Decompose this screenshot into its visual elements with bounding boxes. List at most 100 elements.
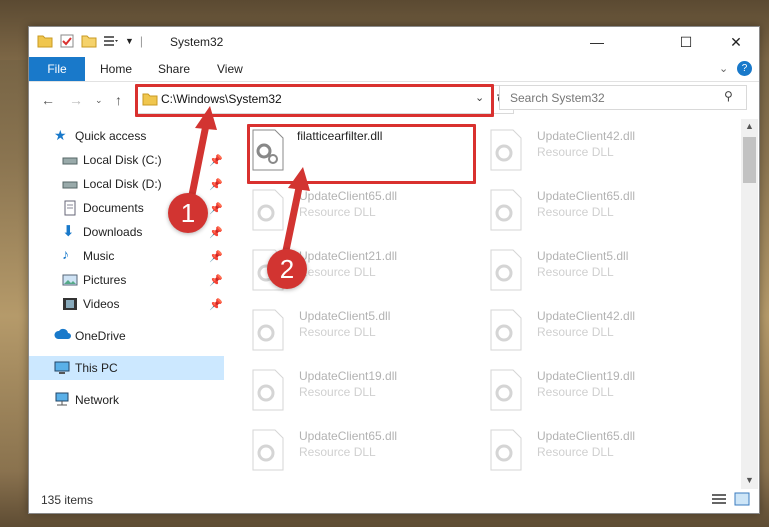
pin-icon[interactable]: 📌 — [209, 226, 223, 239]
file-name: UpdateClient19.dll — [537, 369, 636, 383]
file-list-pane: filatticearfilter.dll UpdateClient42.dll… — [227, 119, 737, 479]
sidebar-item-label: Quick access — [75, 129, 147, 143]
drive-icon — [62, 152, 78, 168]
file-item[interactable]: UpdateClient65.dll Resource DLL — [489, 185, 719, 239]
step-marker-1: 1 — [168, 193, 208, 233]
recent-locations-icon[interactable]: ⌄ — [95, 95, 103, 106]
sidebar-item-network[interactable]: Network — [29, 388, 224, 412]
star-icon: ★ — [54, 127, 67, 143]
file-type: Resource DLL — [299, 205, 376, 219]
pin-icon[interactable]: 📌 — [209, 178, 223, 191]
forward-arrow-icon[interactable]: → — [69, 92, 83, 108]
videos-icon — [62, 296, 78, 312]
dll-file-icon — [489, 189, 523, 231]
pin-icon[interactable]: 📌 — [209, 202, 223, 215]
file-item[interactable]: UpdateClient65.dll Resource DLL — [489, 425, 719, 479]
file-item[interactable]: UpdateClient42.dll Resource DLL — [489, 305, 719, 359]
customize-toolbar-icon[interactable] — [103, 33, 119, 49]
file-type: Resource DLL — [537, 325, 614, 339]
sidebar-item-local-disk-c[interactable]: Local Disk (C:) 📌 — [29, 148, 224, 172]
file-item[interactable]: UpdateClient19.dll Resource DLL — [251, 365, 481, 419]
document-icon — [62, 200, 78, 216]
file-name: UpdateClient5.dll — [537, 249, 629, 263]
minimize-icon[interactable]: — — [574, 27, 620, 57]
sidebar-item-pictures[interactable]: Pictures 📌 — [29, 268, 224, 292]
help-icon[interactable]: ? — [737, 61, 752, 76]
title-bar: ▼ | System32 — ☐ ✕ — [29, 27, 759, 57]
expand-ribbon-icon[interactable]: ⌄ — [719, 62, 728, 75]
file-item-selected[interactable]: filatticearfilter.dll — [251, 125, 481, 179]
file-type: Resource DLL — [299, 445, 376, 459]
dll-file-icon — [489, 369, 523, 411]
sidebar-item-onedrive[interactable]: OneDrive — [29, 324, 224, 348]
file-name: UpdateClient65.dll — [537, 189, 636, 203]
pin-icon[interactable]: 📌 — [209, 274, 223, 287]
sidebar-item-local-disk-d[interactable]: Local Disk (D:) 📌 — [29, 172, 224, 196]
status-bar: 135 items — [29, 489, 759, 511]
dll-file-icon — [251, 189, 285, 231]
dll-file-icon — [251, 129, 285, 171]
back-arrow-icon[interactable]: ← — [41, 92, 55, 108]
cloud-icon — [54, 327, 71, 343]
large-icons-view-icon[interactable] — [734, 491, 750, 510]
close-icon[interactable]: ✕ — [713, 27, 759, 57]
sidebar-item-label: Music — [83, 249, 115, 263]
sidebar-item-label: Network — [75, 393, 120, 407]
dll-file-icon — [251, 369, 285, 411]
file-type: Resource DLL — [299, 385, 376, 399]
file-item[interactable]: UpdateClient5.dll Resource DLL — [251, 305, 481, 359]
ribbon-tabs: File Home Share View ⌄ ? — [29, 57, 759, 82]
maximize-icon[interactable]: ☐ — [663, 27, 709, 57]
toolbar-dropdown-icon[interactable]: ▼ — [125, 36, 134, 46]
tab-file[interactable]: File — [29, 57, 85, 81]
vertical-scrollbar[interactable]: ▲ ▼ — [741, 119, 758, 489]
sidebar-item-this-pc[interactable]: This PC — [29, 356, 224, 380]
sidebar-item-label: Local Disk (D:) — [83, 177, 162, 191]
explorer-window: ▼ | System32 — ☐ ✕ File Home Share View … — [28, 26, 760, 514]
file-name: UpdateClient19.dll — [299, 369, 398, 383]
pin-icon[interactable]: 📌 — [209, 298, 223, 311]
dll-file-icon — [251, 429, 285, 471]
search-placeholder: Search System32 — [510, 91, 605, 105]
file-item[interactable]: UpdateClient5.dll Resource DLL — [489, 245, 719, 299]
file-item[interactable]: UpdateClient42.dll Resource DLL — [489, 125, 719, 179]
file-name: UpdateClient42.dll — [537, 129, 636, 143]
file-item[interactable]: UpdateClient65.dll Resource DLL — [251, 425, 481, 479]
quick-access-toolbar: ▼ | — [37, 33, 143, 49]
tab-view[interactable]: View — [217, 62, 243, 76]
sidebar-item-label: Videos — [83, 297, 120, 311]
file-item[interactable]: UpdateClient19.dll Resource DLL — [489, 365, 719, 419]
scroll-down-icon[interactable]: ▼ — [745, 475, 754, 485]
folder-icon[interactable] — [37, 33, 53, 49]
file-type: Resource DLL — [299, 265, 376, 279]
file-item[interactable]: UpdateClient65.dll Resource DLL — [251, 185, 481, 239]
sidebar-item-label: OneDrive — [75, 329, 126, 343]
dll-file-icon — [489, 249, 523, 291]
tab-home[interactable]: Home — [100, 62, 132, 76]
file-type: Resource DLL — [537, 265, 614, 279]
sidebar-item-quick-access[interactable]: ★ Quick access — [29, 124, 224, 148]
scroll-up-icon[interactable]: ▲ — [745, 121, 754, 131]
dll-file-icon — [489, 429, 523, 471]
pin-icon[interactable]: 📌 — [209, 154, 223, 167]
pictures-icon — [62, 272, 78, 288]
network-icon — [54, 392, 70, 408]
title-divider: | — [139, 34, 144, 48]
details-view-icon[interactable] — [711, 492, 727, 509]
sidebar-item-music[interactable]: ♪ Music 📌 — [29, 244, 224, 268]
tab-share[interactable]: Share — [158, 62, 190, 76]
item-count: 135 items — [41, 493, 94, 507]
dll-file-icon — [489, 129, 523, 171]
file-name: UpdateClient65.dll — [537, 429, 636, 443]
scroll-thumb[interactable] — [743, 137, 756, 183]
sidebar-item-videos[interactable]: Videos 📌 — [29, 292, 224, 316]
search-icon[interactable]: ⚲ — [724, 89, 733, 103]
search-input[interactable]: Search System32 ⚲ — [499, 85, 747, 110]
file-name: UpdateClient42.dll — [537, 309, 636, 323]
file-name: UpdateClient5.dll — [299, 309, 391, 323]
pin-icon[interactable]: 📌 — [209, 250, 223, 263]
up-arrow-icon[interactable]: ↑ — [115, 92, 122, 108]
properties-icon[interactable] — [59, 33, 75, 49]
new-folder-icon[interactable] — [81, 33, 97, 49]
dll-file-icon — [251, 309, 285, 351]
